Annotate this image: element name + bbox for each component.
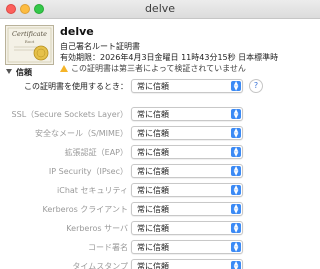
trust-select-value: 常に信頼 — [137, 205, 169, 214]
trust-select-kerberos-client[interactable]: 常に信頼 ▲ ▼ — [131, 202, 243, 216]
disclosure-triangle-icon — [6, 69, 12, 74]
trust-row-label: 安全なメール（S/MIME） — [35, 129, 128, 138]
trust-header: 信頼 — [16, 68, 32, 77]
trust-row-smime: 安全なメール（S/MIME） 常に信頼 ▲ ▼ — [0, 126, 320, 142]
chevron-updown-icon: ▲ ▼ — [231, 223, 241, 234]
trust-select-value: 常に信頼 — [137, 224, 169, 233]
trust-select-value: 常に信頼 — [137, 243, 169, 252]
trust-row-label: コード署名 — [88, 243, 128, 252]
trust-row-kerberos-server: Kerberos サーバ 常に信頼 ▲ ▼ — [0, 221, 320, 237]
window-title: delve — [144, 2, 176, 15]
chevron-updown-icon: ▲ ▼ — [231, 242, 241, 253]
trust-select-value: 常に信頼 — [137, 167, 169, 176]
trust-row-ssl: SSL（Secure Sockets Layer） 常に信頼 ▲ ▼ — [0, 107, 320, 123]
trust-select-ipsec[interactable]: 常に信頼 ▲ ▼ — [131, 164, 243, 178]
certificate-expiry: 有効期限：2026年4月3日金曜日 11時43分15秒 日本標準時 — [60, 53, 279, 62]
trust-main-select[interactable]: 常に信頼 ▲ ▼ — [131, 79, 243, 93]
trust-select-value: 常に信頼 — [137, 186, 169, 195]
trust-main-label: この証明書を使用するとき： — [24, 82, 128, 91]
trust-row-code-signing: コード署名 常に信頼 ▲ ▼ — [0, 240, 320, 256]
trust-row-kerberos-client: Kerberos クライアント 常に信頼 ▲ ▼ — [0, 202, 320, 218]
certificate-icon-sub: Root — [25, 39, 35, 44]
trust-row-label: SSL（Secure Sockets Layer） — [11, 110, 128, 119]
trust-select-value: 常に信頼 — [137, 148, 169, 157]
trust-row-label: Kerberos クライアント — [42, 205, 128, 214]
certificate-type: 自己署名ルート証明書 — [60, 42, 140, 51]
trust-select-smime[interactable]: 常に信頼 ▲ ▼ — [131, 126, 243, 140]
chevron-updown-icon: ▲ ▼ — [231, 109, 241, 120]
trust-main-value: 常に信頼 — [137, 82, 169, 91]
trust-select-kerberos-server[interactable]: 常に信頼 ▲ ▼ — [131, 221, 243, 235]
trust-select-ssl[interactable]: 常に信頼 ▲ ▼ — [131, 107, 243, 121]
chevron-updown-icon: ▲ ▼ — [231, 147, 241, 158]
trust-row-label: IP Security（IPsec） — [48, 167, 128, 176]
trust-select-code-signing[interactable]: 常に信頼 ▲ ▼ — [131, 240, 243, 254]
trust-row-label: 拡張認証（EAP） — [64, 148, 128, 157]
trust-select-value: 常に信頼 — [137, 129, 169, 138]
title-bar: delve — [0, 0, 320, 19]
trust-row-label: タイムスタンプ — [72, 262, 128, 269]
trust-select-eap[interactable]: 常に信頼 ▲ ▼ — [131, 145, 243, 159]
chevron-updown-icon: ▲ ▼ — [231, 166, 241, 177]
certificate-warning: この証明書は第三者によって検証されていません — [60, 63, 246, 74]
chevron-updown-icon: ▲ ▼ — [231, 128, 241, 139]
certificate-window: delve Certificate Root delve 自己署名ルート証明書 … — [0, 0, 320, 269]
trust-row-ichat: iChat セキュリティ 常に信頼 ▲ ▼ — [0, 183, 320, 199]
warning-text: この証明書は第三者によって検証されていません — [71, 64, 246, 73]
trust-row-timestamp: タイムスタンプ 常に信頼 ▲ ▼ — [0, 259, 320, 269]
trust-select-value: 常に信頼 — [137, 110, 169, 119]
chevron-updown-icon: ▲ ▼ — [231, 261, 241, 269]
trust-row-eap: 拡張認証（EAP） 常に信頼 ▲ ▼ — [0, 145, 320, 161]
help-button[interactable]: ? — [249, 79, 263, 93]
certificate-content: Certificate Root delve 自己署名ルート証明書 有効期限：2… — [0, 19, 320, 269]
trust-row-label: Kerberos サーバ — [66, 224, 128, 233]
trust-row-ipsec: IP Security（IPsec） 常に信頼 ▲ ▼ — [0, 164, 320, 180]
trust-row-label: iChat セキュリティ — [57, 186, 128, 195]
trust-select-ichat[interactable]: 常に信頼 ▲ ▼ — [131, 183, 243, 197]
trust-section-toggle[interactable]: 信頼 — [6, 67, 32, 78]
chevron-updown-icon: ▲ ▼ — [231, 204, 241, 215]
certificate-icon-title: Certificate — [12, 30, 47, 38]
certificate-name: delve — [60, 25, 94, 38]
chevron-updown-icon: ▲ ▼ — [231, 185, 241, 196]
trust-select-timestamp[interactable]: 常に信頼 ▲ ▼ — [131, 259, 243, 269]
warning-icon — [60, 65, 68, 72]
trust-select-value: 常に信頼 — [137, 262, 169, 269]
trust-main-row: この証明書を使用するとき： 常に信頼 ▲ ▼ ? — [0, 79, 320, 95]
certificate-icon: Certificate Root — [5, 25, 54, 65]
chevron-updown-icon: ▲ ▼ — [231, 81, 241, 92]
